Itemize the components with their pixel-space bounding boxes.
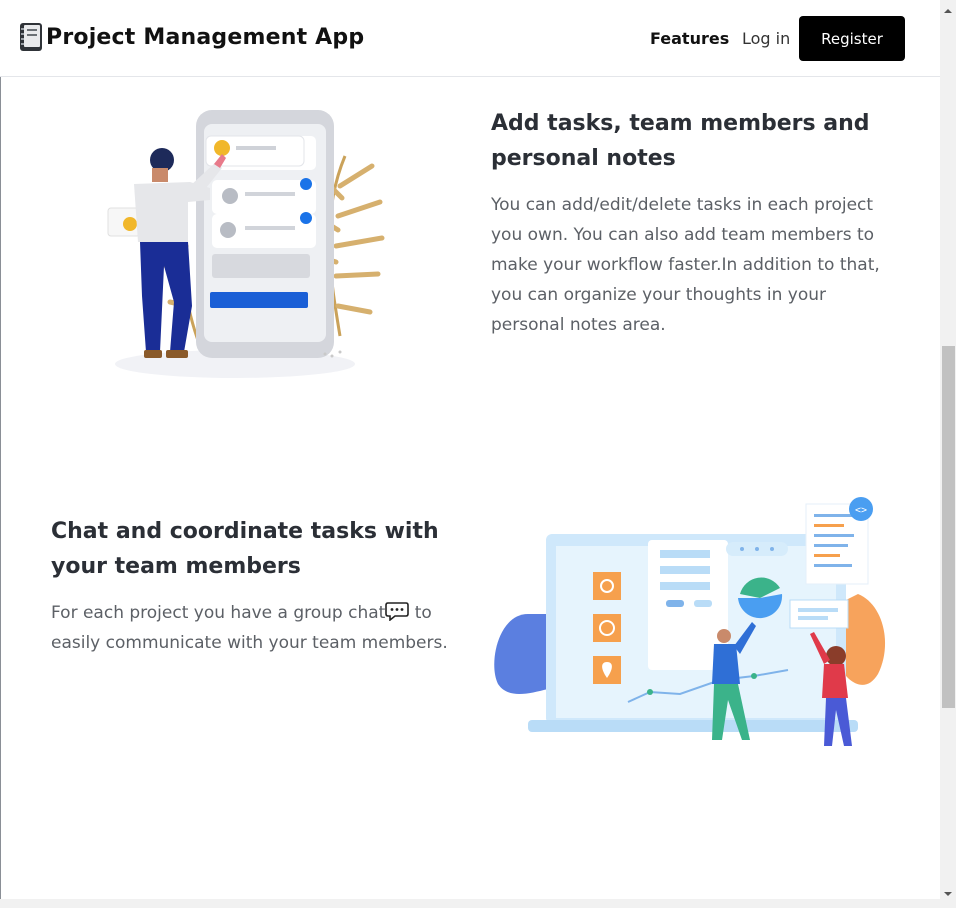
window-left-border xyxy=(0,0,1,908)
scroll-down-arrow-icon[interactable] xyxy=(940,887,956,901)
navbar: Project Management App Features Log in R… xyxy=(0,0,940,77)
brand[interactable]: Project Management App xyxy=(18,22,364,52)
horizontal-scrollbar[interactable] xyxy=(0,899,940,908)
team-dashboard-illustration: <> xyxy=(494,497,886,746)
scrollbar-thumb[interactable] xyxy=(942,346,955,708)
task-list-phone-illustration xyxy=(107,110,385,378)
svg-text:<>: <> xyxy=(855,505,867,516)
feature-1-text: You can add/edit/delete tasks in each pr… xyxy=(491,195,880,335)
vertical-scrollbar[interactable] xyxy=(940,0,956,908)
chat-bubble-icon xyxy=(385,602,410,621)
feature-2-text: For each project you have a group chat t… xyxy=(51,598,451,658)
feature-2-text-start: For each project you have a group chat xyxy=(51,603,386,623)
feature-1-title: Add tasks, team members and personal not… xyxy=(491,111,870,171)
feature-2-title: Chat and coordinate tasks with your team… xyxy=(51,519,439,579)
brand-title: Project Management App xyxy=(46,24,365,50)
notebook-icon xyxy=(20,23,42,51)
nav-login-link[interactable]: Log in xyxy=(742,29,790,48)
nav-features-link[interactable]: Features xyxy=(650,29,729,48)
register-button[interactable]: Register xyxy=(799,16,905,61)
scroll-up-arrow-icon[interactable] xyxy=(940,4,956,18)
